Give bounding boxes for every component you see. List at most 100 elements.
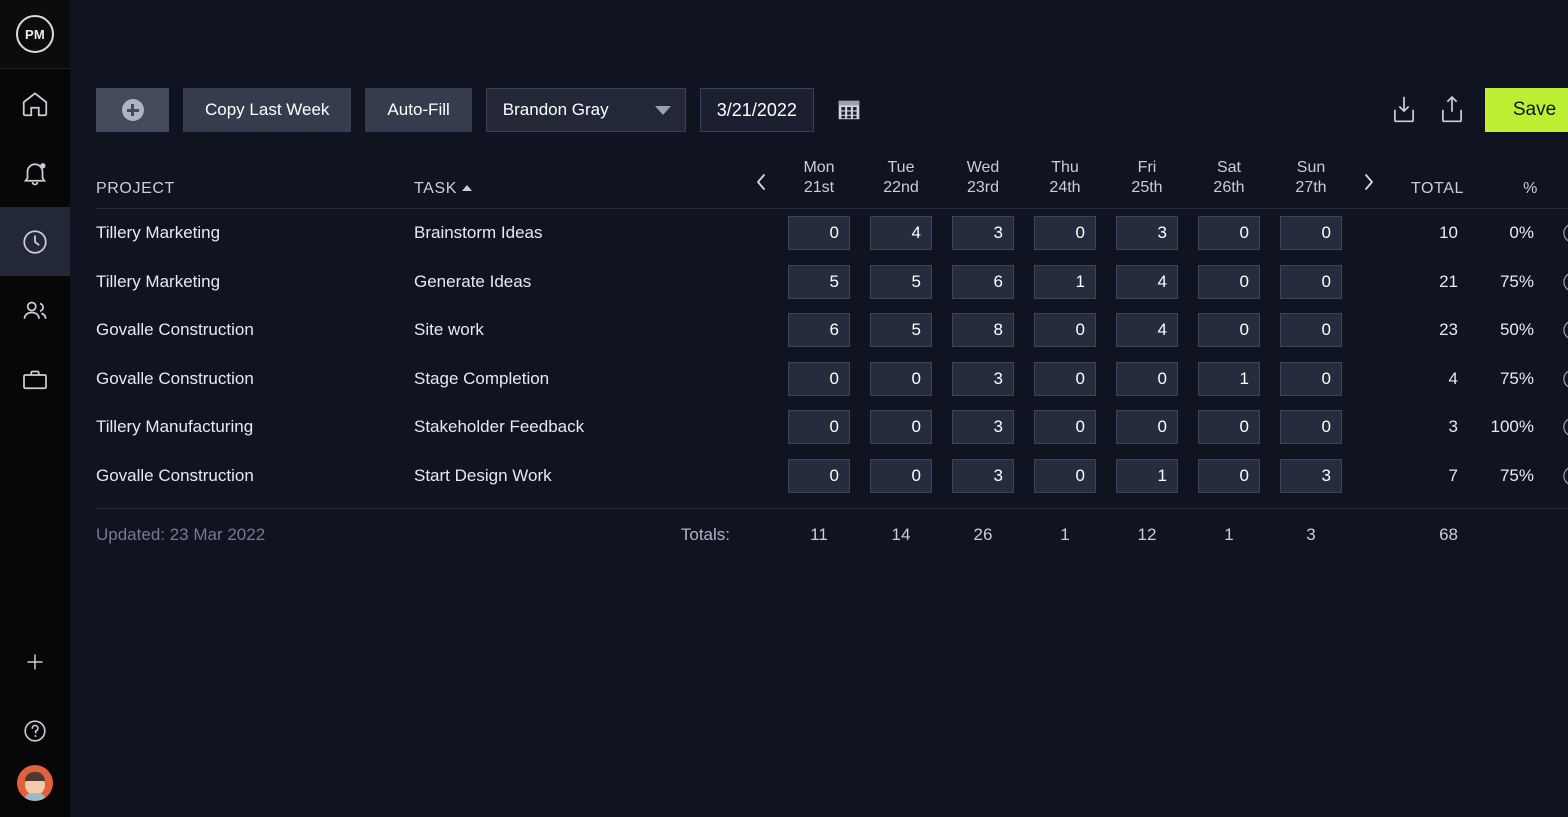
hours-input[interactable]: 0: [1034, 362, 1096, 396]
table-row: Tillery Marketing Brainstorm Ideas 0 4 3…: [96, 209, 1568, 258]
header-percent: %: [1464, 180, 1538, 198]
sidebar-item-notifications[interactable]: [0, 138, 70, 207]
hours-input[interactable]: 0: [870, 410, 932, 444]
header-task[interactable]: TASK: [414, 180, 744, 198]
hours-input[interactable]: 0: [1280, 216, 1342, 250]
header-day-6: Sun 27th: [1270, 158, 1352, 198]
hours-input[interactable]: 0: [788, 216, 850, 250]
hours-input[interactable]: 0: [1198, 216, 1260, 250]
user-select[interactable]: Brandon Gray: [486, 88, 686, 132]
hours-input[interactable]: 3: [952, 362, 1014, 396]
avatar[interactable]: [17, 765, 53, 801]
hours-input[interactable]: 3: [952, 459, 1014, 493]
footer-day-total: 1: [1024, 525, 1106, 545]
delete-row-icon[interactable]: [1562, 368, 1568, 390]
hours-input[interactable]: 0: [1116, 362, 1178, 396]
hours-input[interactable]: 3: [952, 410, 1014, 444]
hours-input[interactable]: 0: [1198, 459, 1260, 493]
row-percent: 75%: [1464, 272, 1538, 292]
delete-row-icon[interactable]: [1562, 465, 1568, 487]
download-icon[interactable]: [1389, 94, 1419, 126]
hours-input[interactable]: 8: [952, 313, 1014, 347]
copy-last-week-button[interactable]: Copy Last Week: [183, 88, 351, 132]
row-project: Govalle Construction: [96, 320, 414, 340]
hours-input[interactable]: 4: [1116, 265, 1178, 299]
hours-input[interactable]: 3: [1116, 216, 1178, 250]
hours-input[interactable]: 4: [1116, 313, 1178, 347]
hours-input[interactable]: 0: [1116, 410, 1178, 444]
sidebar-item-projects[interactable]: [0, 345, 70, 414]
header-day-4: Fri 25th: [1106, 158, 1188, 198]
share-icon[interactable]: [1437, 94, 1467, 126]
hours-input[interactable]: 0: [1034, 459, 1096, 493]
calendar-icon[interactable]: [836, 97, 862, 123]
hours-input[interactable]: 3: [952, 216, 1014, 250]
hours-input[interactable]: 1: [1034, 265, 1096, 299]
people-icon: [20, 296, 50, 326]
hours-input[interactable]: 5: [870, 265, 932, 299]
chevron-right-icon: [1360, 171, 1378, 198]
hours-input[interactable]: 5: [788, 265, 850, 299]
hours-input[interactable]: 0: [1198, 265, 1260, 299]
main-content: Copy Last Week Auto-Fill Brandon Gray 3/…: [70, 0, 1568, 817]
totals-label: Totals:: [414, 525, 744, 545]
delete-row-icon[interactable]: [1562, 271, 1568, 293]
hours-input[interactable]: 1: [1116, 459, 1178, 493]
prev-week-button[interactable]: [744, 171, 778, 198]
hours-input[interactable]: 0: [1280, 265, 1342, 299]
header-total: TOTAL: [1386, 180, 1464, 198]
header-project[interactable]: PROJECT: [96, 180, 414, 198]
hours-input[interactable]: 0: [870, 362, 932, 396]
delete-row-icon[interactable]: [1562, 416, 1568, 438]
next-week-button[interactable]: [1352, 171, 1386, 198]
sidebar-item-help[interactable]: [0, 696, 70, 765]
save-button[interactable]: Save: [1485, 88, 1568, 132]
updated-label: Updated: 23 Mar 2022: [96, 525, 414, 545]
hours-input[interactable]: 1: [1198, 362, 1260, 396]
sidebar-item-home[interactable]: [0, 69, 70, 138]
row-percent: 100%: [1464, 417, 1538, 437]
table-row: Tillery Marketing Generate Ideas 5 5 6 1…: [96, 258, 1568, 307]
hours-input[interactable]: 0: [1034, 216, 1096, 250]
header-task-label: TASK: [414, 180, 457, 197]
chevron-left-icon: [752, 171, 770, 198]
hours-input[interactable]: 0: [1198, 313, 1260, 347]
footer-day-total: 14: [860, 525, 942, 545]
hours-input[interactable]: 0: [1280, 362, 1342, 396]
hours-input[interactable]: 0: [1280, 410, 1342, 444]
bell-icon: [20, 158, 50, 188]
auto-fill-button[interactable]: Auto-Fill: [365, 88, 471, 132]
day-date: 23rd: [942, 178, 1024, 198]
hours-input[interactable]: 0: [788, 410, 850, 444]
row-total: 4: [1386, 369, 1464, 389]
hours-input[interactable]: 4: [870, 216, 932, 250]
day-name: Fri: [1106, 158, 1188, 178]
sidebar-item-team[interactable]: [0, 276, 70, 345]
user-select-value: Brandon Gray: [503, 100, 609, 120]
hours-input[interactable]: 0: [1198, 410, 1260, 444]
delete-row-icon[interactable]: [1562, 222, 1568, 244]
add-row-button[interactable]: [96, 88, 169, 132]
hours-input[interactable]: 0: [1280, 313, 1342, 347]
table-footer-row: Updated: 23 Mar 2022 Totals: 11 14 26 1 …: [96, 509, 1568, 561]
hours-input[interactable]: 6: [788, 313, 850, 347]
sidebar-item-timesheets[interactable]: [0, 207, 70, 276]
sidebar-item-add[interactable]: [0, 627, 70, 696]
hours-input[interactable]: 0: [1034, 313, 1096, 347]
hours-input[interactable]: 6: [952, 265, 1014, 299]
hours-input[interactable]: 0: [788, 362, 850, 396]
day-date: 25th: [1106, 178, 1188, 198]
app-logo[interactable]: PM: [0, 0, 70, 69]
date-input[interactable]: 3/21/2022: [700, 88, 814, 132]
avatar-body: [24, 793, 46, 801]
delete-row-icon[interactable]: [1562, 319, 1568, 341]
logo-text: PM: [16, 15, 54, 53]
hours-input[interactable]: 0: [788, 459, 850, 493]
hours-input[interactable]: 3: [1280, 459, 1342, 493]
hours-input[interactable]: 0: [870, 459, 932, 493]
row-task: Start Design Work: [414, 466, 744, 486]
row-project: Tillery Marketing: [96, 223, 414, 243]
footer-day-total: 1: [1188, 525, 1270, 545]
hours-input[interactable]: 0: [1034, 410, 1096, 444]
hours-input[interactable]: 5: [870, 313, 932, 347]
